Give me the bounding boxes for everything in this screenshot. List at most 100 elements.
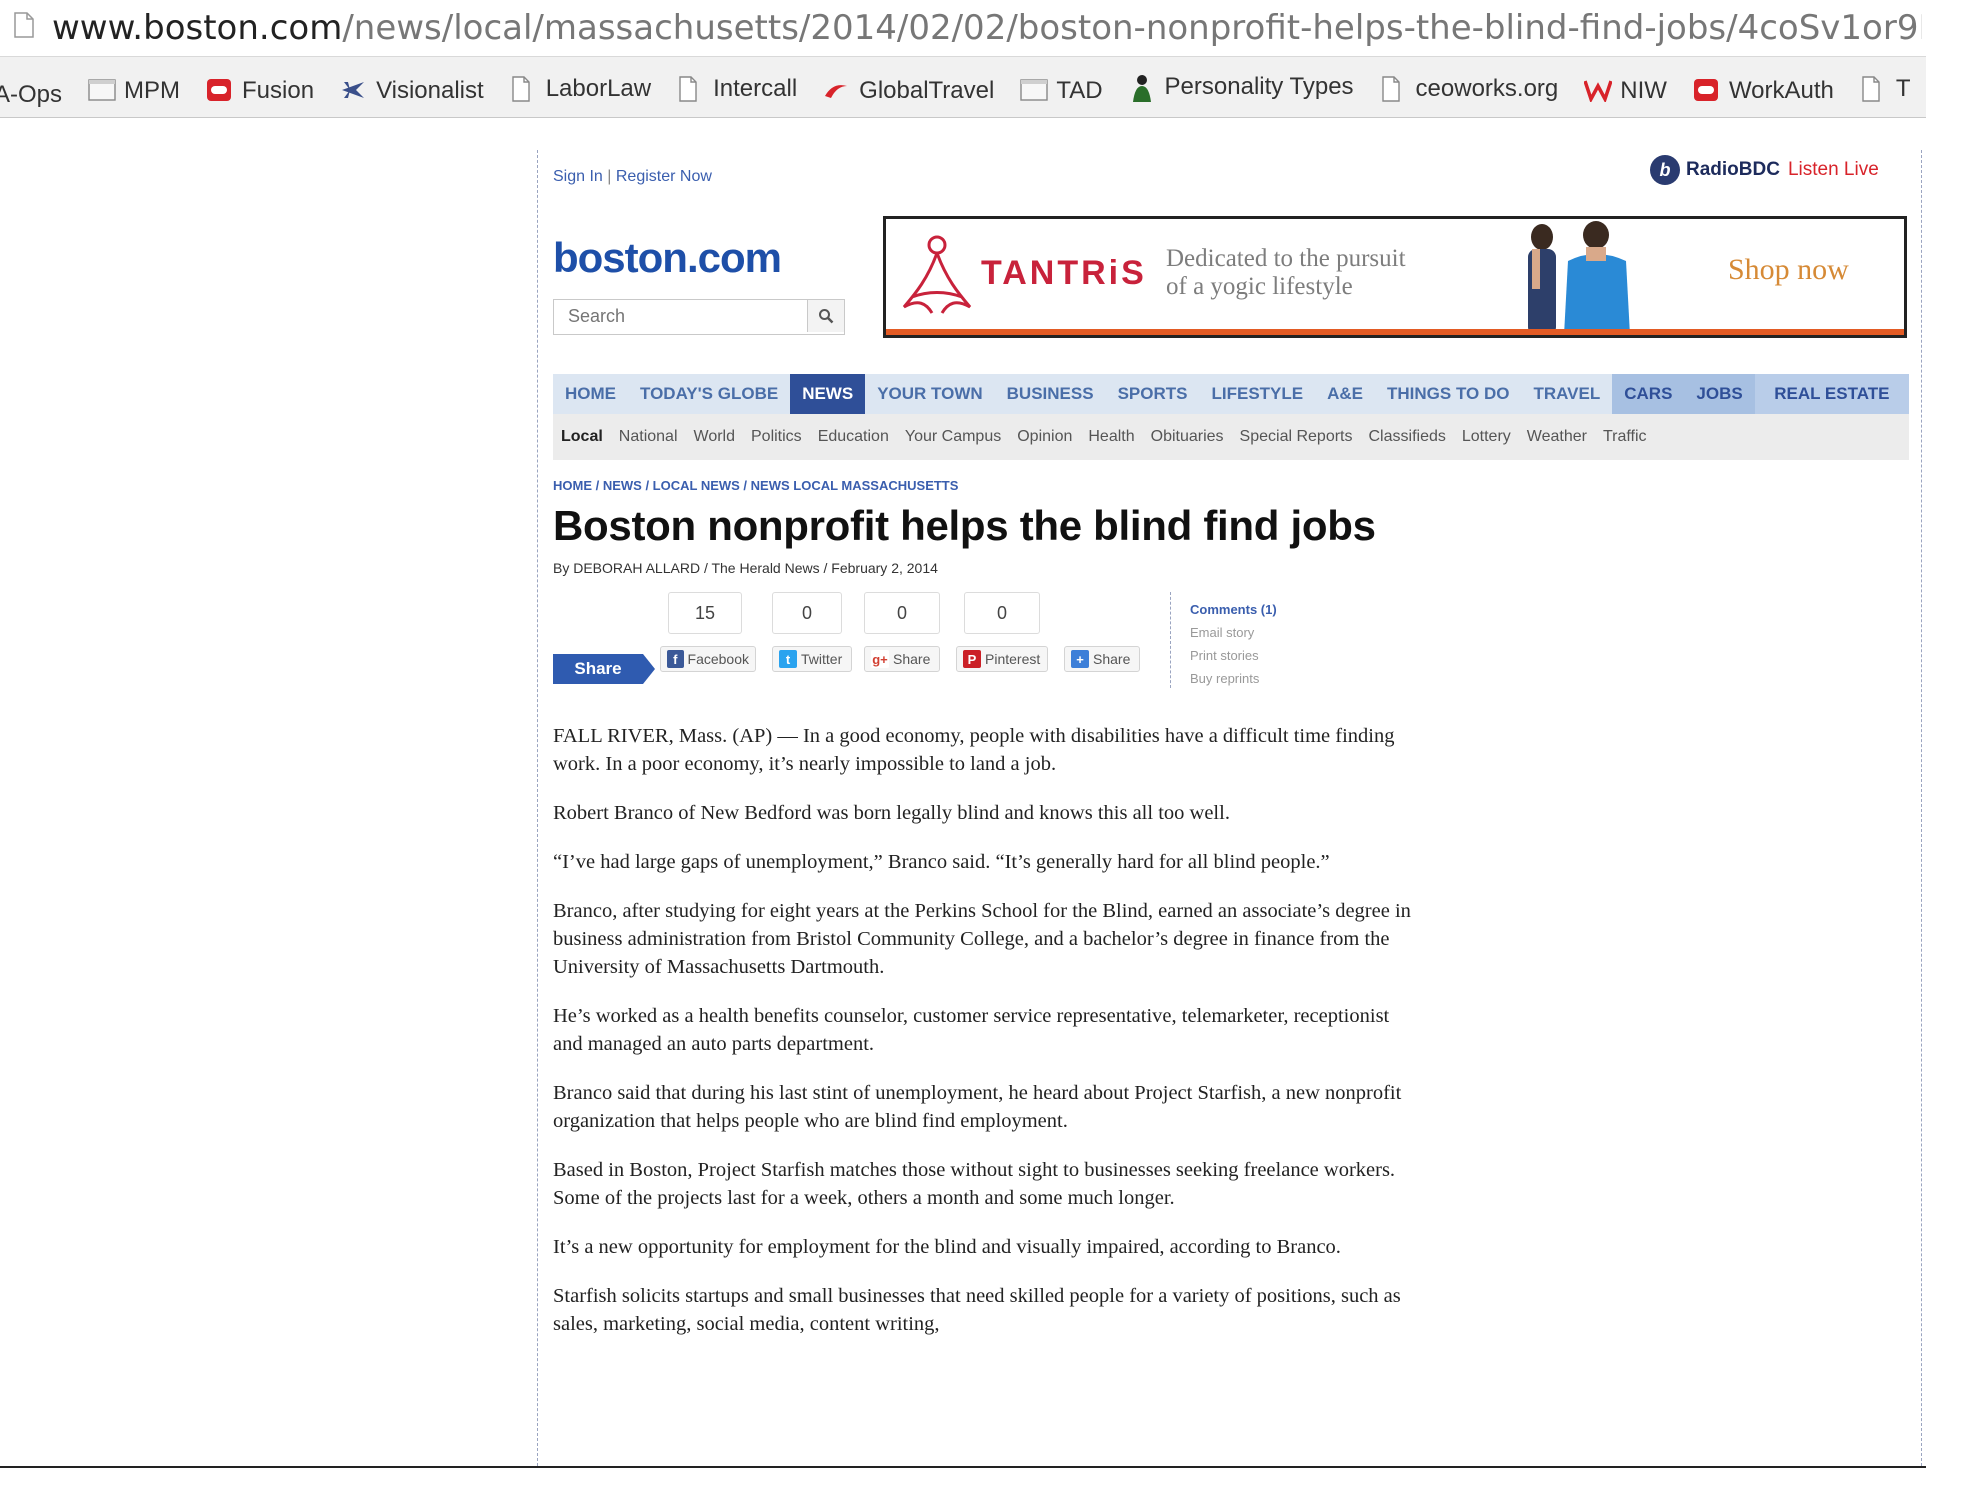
tantris-ad-banner[interactable]: TANTRiS Dedicated to the pursuit of a yo… xyxy=(883,216,1907,338)
url-host: www.boston.com xyxy=(52,8,343,48)
bookmark-personality-types[interactable]: Personality Types xyxy=(1129,57,1354,117)
bookmark-label: Fusion xyxy=(242,77,315,104)
article-tools: Comments (1) Email story Print stories B… xyxy=(1190,598,1277,690)
register-link[interactable]: Register Now xyxy=(616,168,712,185)
address-bar[interactable]: www.boston.com/news/local/massachusetts/… xyxy=(0,0,1926,57)
nav-tab-business[interactable]: BUSINESS xyxy=(995,374,1106,414)
subnav-item-world[interactable]: World xyxy=(686,428,744,446)
nav-tab-jobs[interactable]: JOBS xyxy=(1684,374,1755,414)
search-input[interactable] xyxy=(554,300,804,332)
subnav-item-weather[interactable]: Weather xyxy=(1519,428,1595,446)
share-divider xyxy=(1170,592,1171,688)
article-paragraph: Branco, after studying for eight years a… xyxy=(553,900,1411,978)
bookmark-a-ops[interactable]: A-Ops xyxy=(0,65,62,117)
bookmark-globaltravel[interactable]: GlobalTravel xyxy=(823,61,994,117)
nav-tab-home[interactable]: HOME xyxy=(553,374,628,414)
nav-tab-cars[interactable]: CARS xyxy=(1612,374,1685,414)
facebook-share-count: 15 xyxy=(668,592,742,634)
article-headline: Boston nonprofit helps the blind find jo… xyxy=(553,502,1376,549)
nav-tab-sports[interactable]: SPORTS xyxy=(1106,374,1200,414)
bookmark-label: ceoworks.org xyxy=(1415,75,1559,102)
bookmark-tad[interactable]: TAD xyxy=(1020,61,1103,117)
article-paragraph: It’s a new opportunity for employment fo… xyxy=(553,1236,1341,1258)
bookmark-workauth[interactable]: WorkAuth xyxy=(1693,61,1834,117)
url-path: /news/local/massachusetts/2014/02/02/bos… xyxy=(342,8,1922,48)
comments-link[interactable]: Comments (1) xyxy=(1190,598,1277,621)
bookmark-visionalist[interactable]: Visionalist xyxy=(340,61,484,117)
ad-models-image xyxy=(1528,221,1630,335)
article-paragraph: “I’ve had large gaps of unemployment,” B… xyxy=(553,851,1330,873)
print-story-link[interactable]: Print stories xyxy=(1190,644,1277,667)
folder-page-icon xyxy=(1020,78,1049,104)
subnav-item-special-reports[interactable]: Special Reports xyxy=(1232,428,1361,446)
facebook-icon: f xyxy=(667,650,684,668)
nav-tab-things-to-do[interactable]: THINGS TO DO xyxy=(1375,374,1521,414)
bookmark-label: LaborLaw xyxy=(545,75,652,102)
page-icon xyxy=(1380,76,1406,102)
buy-reprints-link[interactable]: Buy reprints xyxy=(1190,667,1277,690)
facebook-share-button[interactable]: f Facebook xyxy=(660,646,756,672)
subnav-item-local[interactable]: Local xyxy=(553,428,611,446)
breadcrumb[interactable]: HOME / NEWS / LOCAL NEWS / NEWS LOCAL MA… xyxy=(553,478,958,493)
nav-tab-lifestyle[interactable]: LIFESTYLE xyxy=(1199,374,1315,414)
ad-tagline: Dedicated to the pursuit of a yogic life… xyxy=(1166,245,1486,301)
subnav-item-traffic[interactable]: Traffic xyxy=(1595,428,1655,446)
subnav-item-your-campus[interactable]: Your Campus xyxy=(897,428,1009,446)
ad-tagline-line-2: of a yogic lifestyle xyxy=(1166,273,1353,300)
radio-bdc-widget[interactable]: b RadioBDC Listen Live xyxy=(1650,155,1879,185)
bookmark-laborlaw[interactable]: LaborLaw xyxy=(510,59,652,117)
nav-tab-real-estate[interactable]: REAL ESTATE xyxy=(1754,374,1909,414)
google-plus-share-button[interactable]: g+ Share xyxy=(864,646,940,672)
bookmark-fusion[interactable]: Fusion xyxy=(206,61,315,117)
bookmark-label: MPM xyxy=(124,77,181,104)
pinterest-share-count: 0 xyxy=(964,592,1040,634)
nav-tab-your-town[interactable]: YOUR TOWN xyxy=(865,374,994,414)
email-story-link[interactable]: Email story xyxy=(1190,621,1277,644)
pinterest-share-label: Pinterest xyxy=(985,651,1041,667)
nav-tab-today-s-globe[interactable]: TODAY'S GLOBE xyxy=(628,374,790,414)
google-plus-icon: g+ xyxy=(871,650,889,668)
red-swoosh-icon xyxy=(823,78,849,104)
bookmark-label: NIW xyxy=(1620,77,1667,104)
sign-in-link[interactable]: Sign In xyxy=(553,168,603,185)
radio-bdc-name: RadioBDC xyxy=(1686,159,1780,180)
nav-tab-news[interactable]: NEWS xyxy=(790,374,866,414)
facebook-share-label: Facebook xyxy=(687,651,749,667)
share-button[interactable]: Share xyxy=(553,654,643,684)
account-links: Sign In | Register Now xyxy=(553,168,712,186)
ad-shop-now[interactable]: Shop now xyxy=(1728,253,1849,287)
article-byline: By DEBORAH ALLARD / The Herald News / Fe… xyxy=(553,560,938,576)
twitter-share-button[interactable]: t Twitter xyxy=(772,646,852,672)
subnav-item-national[interactable]: National xyxy=(611,428,686,446)
nav-tab-travel[interactable]: TRAVEL xyxy=(1522,374,1613,414)
subnav-item-health[interactable]: Health xyxy=(1080,428,1142,446)
subnav-item-obituaries[interactable]: Obituaries xyxy=(1143,428,1232,446)
addthis-share-button[interactable]: + Share xyxy=(1064,646,1140,672)
sub-nav: Local National World Politics Education Your … xyxy=(553,414,1909,460)
site-logo[interactable]: boston.com xyxy=(553,234,782,282)
subnav-item-opinion[interactable]: Opinion xyxy=(1009,428,1080,446)
bookmark-label: TAD xyxy=(1056,77,1103,104)
subnav-item-education[interactable]: Education xyxy=(810,428,897,446)
ad-brand-name: TANTRiS xyxy=(981,254,1147,292)
addthis-share-label: Share xyxy=(1093,651,1131,667)
article-paragraph: He’s worked as a health benefits counsel… xyxy=(553,1005,1390,1055)
bookmark-ceoworks-org[interactable]: ceoworks.org xyxy=(1380,59,1559,117)
subnav-item-politics[interactable]: Politics xyxy=(743,428,810,446)
radio-bdc-logo-icon: b xyxy=(1650,155,1680,185)
bookmark-intercall[interactable]: Intercall xyxy=(677,59,797,117)
bookmark-t[interactable]: T xyxy=(1860,59,1911,117)
bookmark-niw[interactable]: NIW xyxy=(1583,61,1667,117)
folder-page-icon xyxy=(88,78,116,104)
pinterest-share-button[interactable]: P Pinterest xyxy=(956,646,1048,672)
listen-live-link[interactable]: Listen Live xyxy=(1788,159,1879,181)
bookmark-mpm[interactable]: MPM xyxy=(88,61,181,117)
nav-tab-a-e[interactable]: A&E xyxy=(1315,374,1375,414)
subnav-item-classifieds[interactable]: Classifieds xyxy=(1361,428,1454,446)
article-paragraph: Starfish solicits startups and small bus… xyxy=(553,1285,1401,1335)
subnav-item-lottery[interactable]: Lottery xyxy=(1454,428,1519,446)
red-tray-icon xyxy=(1693,78,1719,104)
search-button[interactable] xyxy=(807,300,844,332)
red-tray-icon xyxy=(206,78,232,104)
url-text[interactable]: www.boston.com/news/local/massachusetts/… xyxy=(52,8,1922,48)
